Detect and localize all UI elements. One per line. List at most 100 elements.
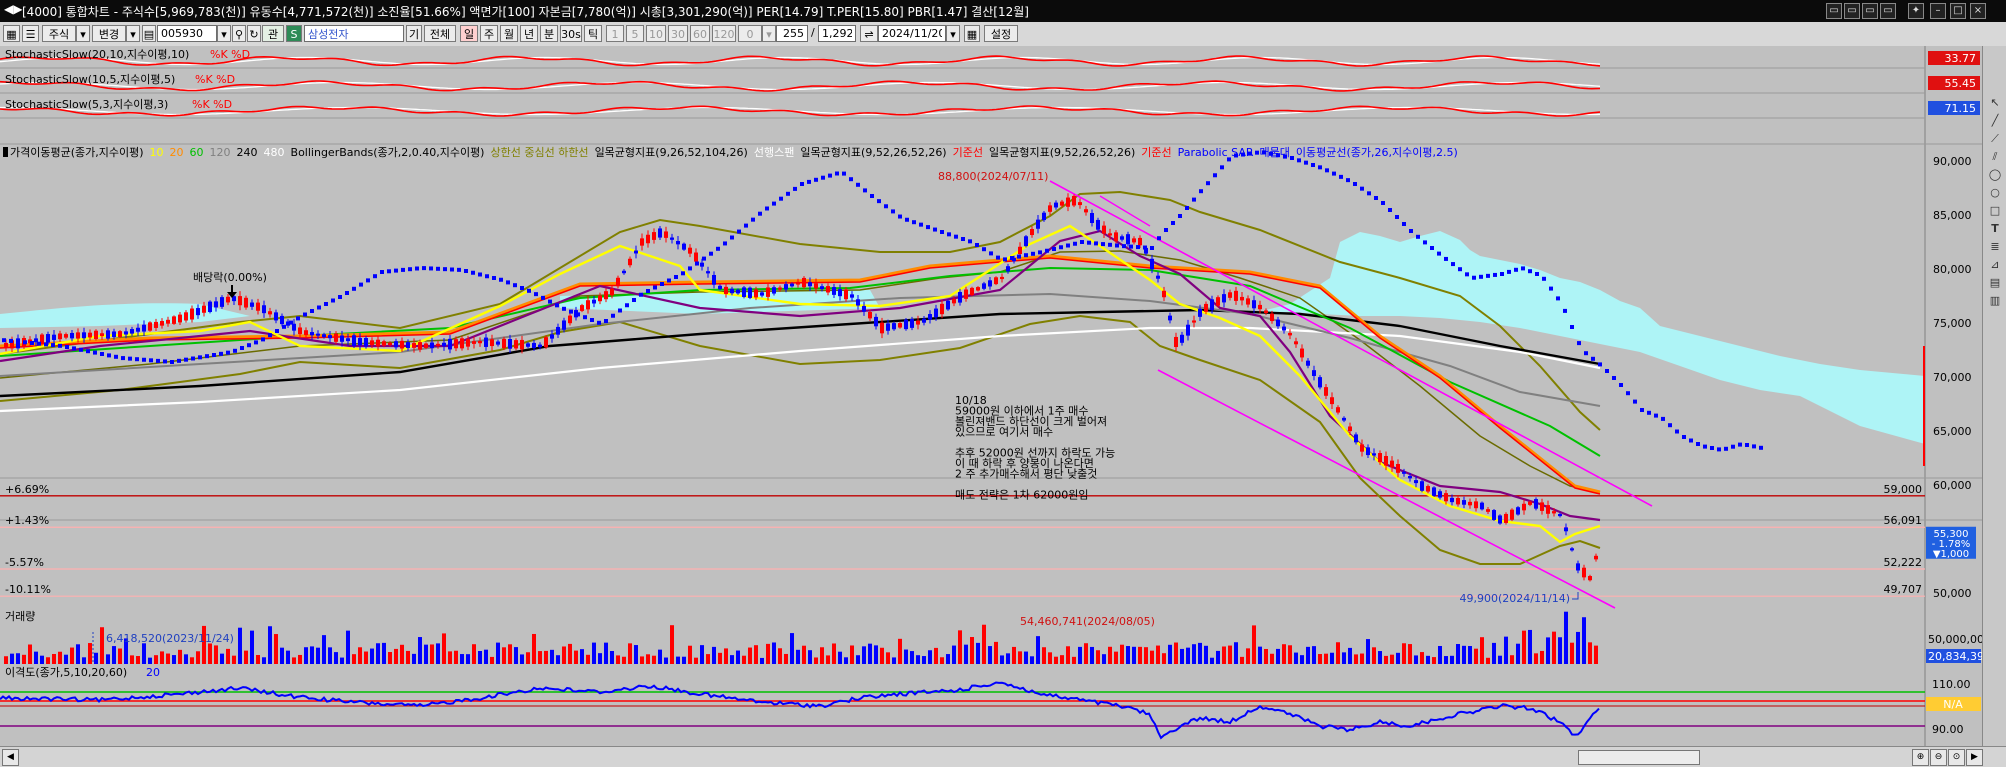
price-axis-tick: 50,000 (1933, 587, 1972, 600)
search-icon[interactable]: ⚲ (232, 25, 246, 42)
main-legend-item: 480 (264, 146, 285, 159)
change-dropdown-icon[interactable]: ▾ (126, 25, 140, 42)
scroll-left-icon[interactable]: ◀ (2, 749, 19, 766)
main-legend-item: 기준선 (953, 146, 983, 159)
price-axis-tick: 85,000 (1933, 209, 1972, 222)
date-toggle-icon[interactable]: ⇌ (860, 25, 878, 42)
change-select[interactable]: 변경 (92, 25, 126, 42)
scroll-thumb[interactable] (1578, 750, 1700, 765)
low-annotation: 49,900(2024/11/14) (1460, 592, 1570, 605)
main-legend-item: 선행스팬 (754, 146, 794, 159)
line-tool-icon[interactable]: ╱ (1988, 114, 2002, 128)
period-yearly-button[interactable]: 년 (520, 25, 538, 42)
zoom-in-icon[interactable]: ⊕ (1912, 749, 1929, 766)
all-button[interactable]: 전체 (424, 25, 456, 42)
zoom-reset-icon[interactable]: ⊙ (1948, 749, 1965, 766)
stochastic-value-badges: 33.77 55.45 71.15 (1928, 51, 1980, 115)
channel-tool-icon[interactable]: ⫽ (1988, 150, 2002, 164)
chart-type-icon[interactable]: ▦ (3, 25, 20, 42)
date-input[interactable] (878, 25, 946, 42)
price-axis-tick: 90,000 (1933, 155, 1972, 168)
scroll-right-icon[interactable]: ▶ (1966, 749, 1983, 766)
drawing-tools: ↖ ╱ ⟋ ⫽ ◯ ○ □ T ≣ ⊿ ▤ ▥ (1982, 46, 2006, 746)
price-axis-tick: 60,000 (1933, 479, 1972, 492)
main-legend-item: 120 (210, 146, 231, 159)
period-daily-button[interactable]: 일 (460, 25, 478, 42)
interval-30-button[interactable]: 30 (668, 25, 688, 42)
ellipse-tool-icon[interactable]: ◯ (1988, 168, 2002, 182)
delete-tool-icon[interactable]: ▥ (1988, 294, 2002, 308)
circle-tool-icon[interactable]: ○ (1988, 186, 2002, 200)
maximize-icon[interactable]: □ (1950, 3, 1966, 19)
fibo-tool-icon[interactable]: ≣ (1988, 240, 2002, 254)
nav-arrows-icon[interactable]: ◀▶ (4, 2, 22, 16)
pct-label: +6.69% (5, 483, 49, 496)
disparity-extra: 20 (146, 666, 160, 679)
main-legend-item: 20 (170, 146, 184, 159)
pin-icon[interactable]: ✦ (1908, 3, 1924, 19)
text-tool-icon[interactable]: T (1988, 222, 2002, 236)
chart-area[interactable]: StochasticSlow(20,10,지수이평,10) %K %D Stoc… (0, 46, 2006, 746)
main-legend-item: 일목균형지표(9,52,26,52,26) (989, 145, 1135, 159)
window-option-icon[interactable]: ▭ (1844, 3, 1860, 19)
stock-name-input[interactable] (304, 25, 404, 42)
interval-dropdown-icon[interactable]: ▾ (762, 25, 776, 42)
gann-tool-icon[interactable]: ⊿ (1988, 258, 2002, 272)
brand-icon[interactable]: S (286, 25, 302, 42)
minimize-icon[interactable]: – (1930, 3, 1946, 19)
price-axis-tick: 70,000 (1933, 371, 1972, 384)
stoch3-label: StochasticSlow(5,3,지수이평,3) (5, 98, 168, 111)
pattern-tool-icon[interactable]: ▤ (1988, 276, 2002, 290)
code-list-icon[interactable]: ▤ (142, 25, 156, 42)
date-dropdown-icon[interactable]: ▾ (946, 25, 960, 42)
interval-custom-input[interactable]: 0 (738, 25, 762, 42)
period-minute-button[interactable]: 분 (540, 25, 558, 42)
display-count-input[interactable] (776, 25, 808, 42)
refresh-icon[interactable]: ↻ (247, 25, 261, 42)
period-weekly-button[interactable]: 주 (480, 25, 498, 42)
main-legend-item: 상한선 중심선 하한선 (490, 145, 588, 159)
window-option-icon[interactable]: ▭ (1880, 3, 1896, 19)
interval-60-button[interactable]: 60 (690, 25, 710, 42)
main-legend-item: 가격이동평균(종가,지수이평) (10, 146, 144, 159)
main-legend-item: 이동평균선(종가,26,지수이평,2.5) (1296, 146, 1458, 159)
time-scrollbar[interactable]: ◀ ⊕ ⊖ ⊙ ▶ (0, 746, 2006, 767)
window-option-icon[interactable]: ▭ (1862, 3, 1878, 19)
stoch3-value: 71.15 (1945, 102, 1977, 115)
related-button[interactable]: 관 (262, 25, 284, 42)
main-legend-item: Parabolic SAR (1178, 146, 1254, 159)
price-axis-tick: 75,000 (1933, 317, 1972, 330)
gi-button[interactable]: 기 (406, 25, 422, 42)
volume-max-annotation: 54,460,741(2024/08/05) (1020, 615, 1155, 628)
zoom-out-icon[interactable]: ⊖ (1930, 749, 1947, 766)
main-legend: 가격이동평균(종가,지수이평) 10 20 60 120 240 480 BollingerB… (3, 145, 1458, 159)
stoch2-value: 55.45 (1945, 77, 1977, 90)
stoch1-label: StochasticSlow(20,10,지수이평,10) (5, 48, 189, 61)
interval-120-button[interactable]: 120 (712, 25, 736, 42)
calendar-icon[interactable]: ▦ (964, 25, 980, 42)
period-tick-button[interactable]: 틱 (584, 25, 602, 42)
window-option-icon[interactable]: ▭ (1826, 3, 1842, 19)
main-legend-item: 기준선 (1141, 146, 1171, 159)
market-type-dropdown-icon[interactable]: ▾ (76, 25, 90, 42)
close-icon[interactable]: × (1970, 3, 1986, 19)
code-dropdown-icon[interactable]: ▾ (217, 25, 231, 42)
market-type-select[interactable]: 주식 (42, 25, 76, 42)
cursor-icon[interactable]: ↖ (1988, 96, 2002, 110)
trend-tool-icon[interactable]: ⟋ (1988, 132, 2002, 146)
stoch1-value: 33.77 (1945, 52, 1977, 65)
stochastic-labels: StochasticSlow(20,10,지수이평,10) %K %D Stoc… (5, 48, 250, 111)
interval-5-button[interactable]: 5 (626, 25, 644, 42)
chart-menu-icon[interactable]: ☰ (22, 25, 39, 42)
period-monthly-button[interactable]: 월 (500, 25, 518, 42)
interval-10-button[interactable]: 10 (646, 25, 666, 42)
total-count-input[interactable] (818, 25, 856, 42)
level-label: 52,222 (1884, 556, 1923, 569)
high-annotation: 88,800(2024/07/11) (938, 170, 1048, 183)
interval-1-button[interactable]: 1 (606, 25, 624, 42)
main-legend-item: BollingerBands(종가,2,0.40,지수이평) (291, 146, 485, 159)
stock-code-input[interactable] (157, 25, 217, 42)
period-30s-button[interactable]: 30s (560, 25, 582, 42)
settings-button[interactable]: 설정 (984, 25, 1018, 42)
rect-tool-icon[interactable]: □ (1988, 204, 2002, 218)
